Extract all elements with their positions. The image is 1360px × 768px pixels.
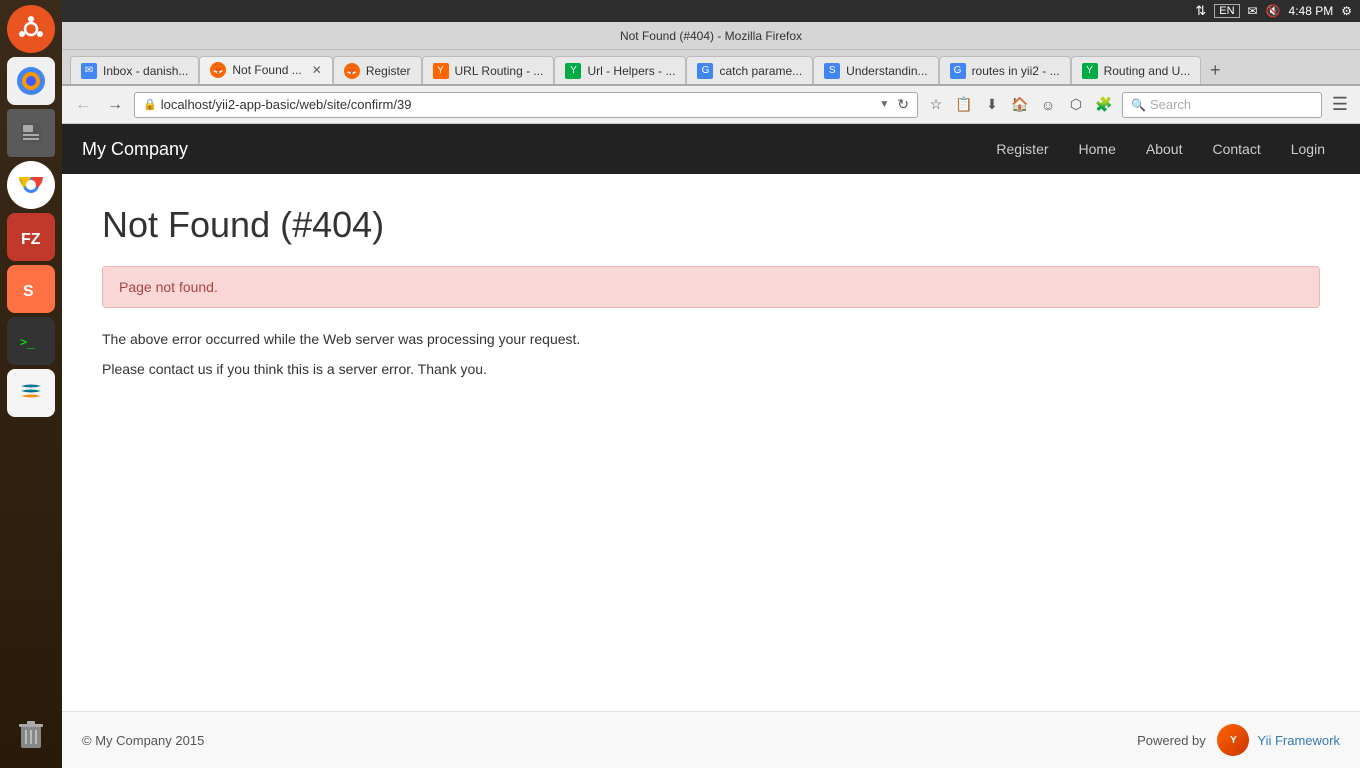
trash-icon[interactable] [7, 710, 55, 758]
tab-icon-routing: Y [1082, 63, 1098, 79]
svg-text:S: S [23, 283, 34, 300]
tab-icon-url-helpers: Y [565, 63, 581, 79]
volume-icon: 🔇 [1266, 4, 1281, 18]
tab-icon-routes: G [950, 63, 966, 79]
tab-label-catch: catch parame... [719, 64, 802, 78]
os-taskbar: FZ S >_ [0, 0, 62, 768]
mail-icon: ✉ [1248, 4, 1258, 18]
sublime-icon[interactable]: S [7, 265, 55, 313]
files-icon[interactable] [7, 109, 55, 157]
tab-label-routing: Routing and U... [1104, 64, 1191, 78]
back-button[interactable]: ← [70, 92, 96, 118]
os-topbar: ⇅ EN ✉ 🔇 4:48 PM ⚙ [62, 0, 1360, 22]
mysql-icon[interactable] [7, 369, 55, 417]
browser-window: Not Found (#404) - Mozilla Firefox ✉ Inb… [62, 22, 1360, 768]
powered-by-text: Powered by [1137, 733, 1206, 748]
tab-icon-notfound: 🦊 [210, 62, 226, 78]
tab-url-helpers[interactable]: Y Url - Helpers - ... [554, 56, 686, 84]
search-bar[interactable]: 🔍 Search [1122, 92, 1322, 118]
os-topbar-icons: ⇅ EN ✉ 🔇 4:48 PM ⚙ [1195, 3, 1352, 19]
nav-about[interactable]: About [1131, 124, 1198, 174]
main-content: Not Found (#404) Page not found. The abo… [62, 174, 1360, 711]
tab-catch[interactable]: G catch parame... [686, 56, 813, 84]
tab-label-url-routing: URL Routing - ... [455, 64, 544, 78]
tab-icon-inbox: ✉ [81, 63, 97, 79]
tab-register[interactable]: 🦊 Register [333, 56, 422, 84]
filezilla-icon[interactable]: FZ [7, 213, 55, 261]
browser-nav-icons: ☆ 📋 ⬇ 🏠 ☺ ⬡ 🧩 [924, 93, 1116, 117]
app-brand[interactable]: My Company [82, 139, 188, 160]
tab-routing[interactable]: Y Routing and U... [1071, 56, 1202, 84]
app-navbar: My Company Register Home About Contact L… [62, 124, 1360, 174]
address-dropdown-icon[interactable]: ▼ [879, 99, 889, 110]
error-desc-line1: The above error occurred while the Web s… [102, 328, 1320, 350]
yii-logo: Y [1217, 724, 1249, 756]
error-box: Page not found. [102, 266, 1320, 308]
tab-notfound[interactable]: 🦊 Not Found ... ✕ [199, 56, 332, 84]
firefox-icon[interactable] [7, 57, 55, 105]
home-icon[interactable]: 🏠 [1008, 93, 1032, 117]
framework-link[interactable]: Yii Framework [1257, 733, 1340, 748]
address-bar[interactable]: 🔒 localhost/yii2-app-basic/web/site/conf… [134, 92, 918, 118]
address-lock-icon: 🔒 [143, 98, 157, 111]
tab-url-routing[interactable]: Y URL Routing - ... [422, 56, 555, 84]
ubuntu-icon[interactable] [7, 5, 55, 53]
forward-button[interactable]: → [102, 92, 128, 118]
error-desc-line2: Please contact us if you think this is a… [102, 358, 1320, 380]
search-icon: 🔍 [1131, 98, 1146, 112]
footer-copyright: © My Company 2015 [82, 733, 204, 748]
reader-icon[interactable]: 📋 [952, 93, 976, 117]
page-title: Not Found (#404) [102, 204, 1320, 246]
tab-label-register: Register [366, 64, 411, 78]
time: 4:48 PM [1289, 4, 1334, 18]
svg-text:>_: >_ [20, 335, 35, 349]
lang-indicator: EN [1214, 4, 1239, 18]
browser-navbar: ← → 🔒 localhost/yii2-app-basic/web/site/… [62, 86, 1360, 124]
terminal-icon[interactable]: >_ [7, 317, 55, 365]
address-text: localhost/yii2-app-basic/web/site/confir… [161, 97, 876, 112]
tab-close-notfound[interactable]: ✕ [312, 63, 322, 77]
nav-contact[interactable]: Contact [1197, 124, 1275, 174]
nav-login[interactable]: Login [1276, 124, 1340, 174]
tab-label-url-helpers: Url - Helpers - ... [587, 64, 675, 78]
address-refresh-icon[interactable]: ↻ [897, 96, 909, 113]
tab-icon-understanding: S [824, 63, 840, 79]
search-placeholder: Search [1150, 97, 1191, 112]
tab-label-understanding: Understandin... [846, 64, 927, 78]
chrome-icon[interactable] [7, 161, 55, 209]
tab-label-notfound: Not Found ... [232, 63, 301, 77]
new-tab-button[interactable]: + [1201, 56, 1229, 84]
browser-titlebar: Not Found (#404) - Mozilla Firefox [62, 22, 1360, 50]
smiley-icon[interactable]: ☺ [1036, 93, 1060, 117]
settings-icon[interactable]: ⚙ [1341, 4, 1352, 18]
nav-register[interactable]: Register [981, 124, 1063, 174]
nav-home[interactable]: Home [1064, 124, 1131, 174]
tab-routes[interactable]: G routes in yii2 - ... [939, 56, 1071, 84]
svg-text:FZ: FZ [21, 231, 41, 248]
footer-powered: Powered by Y Yii Framework [1137, 724, 1340, 756]
tab-inbox[interactable]: ✉ Inbox - danish... [70, 56, 199, 84]
page-content: My Company Register Home About Contact L… [62, 124, 1360, 768]
container-icon[interactable]: ⬡ [1064, 93, 1088, 117]
pocket-icon[interactable]: ⬇ [980, 93, 1004, 117]
tab-understanding[interactable]: S Understandin... [813, 56, 938, 84]
bookmark-star-icon[interactable]: ☆ [924, 93, 948, 117]
error-message: Page not found. [119, 279, 218, 295]
browser-title: Not Found (#404) - Mozilla Firefox [70, 29, 1352, 43]
tab-icon-catch: G [697, 63, 713, 79]
extensions-icon[interactable]: 🧩 [1092, 93, 1116, 117]
hamburger-menu[interactable]: ☰ [1328, 93, 1352, 117]
tab-icon-url-routing: Y [433, 63, 449, 79]
error-description: The above error occurred while the Web s… [102, 328, 1320, 381]
tab-label-routes: routes in yii2 - ... [972, 64, 1060, 78]
app-nav-links: Register Home About Contact Login [981, 124, 1340, 174]
tab-icon-register: 🦊 [344, 63, 360, 79]
app-footer: © My Company 2015 Powered by Y Yii Frame… [62, 711, 1360, 768]
browser-tabs: ✉ Inbox - danish... 🦊 Not Found ... ✕ 🦊 … [62, 50, 1360, 86]
tab-label-inbox: Inbox - danish... [103, 64, 188, 78]
network-icon: ⇅ [1195, 3, 1206, 19]
